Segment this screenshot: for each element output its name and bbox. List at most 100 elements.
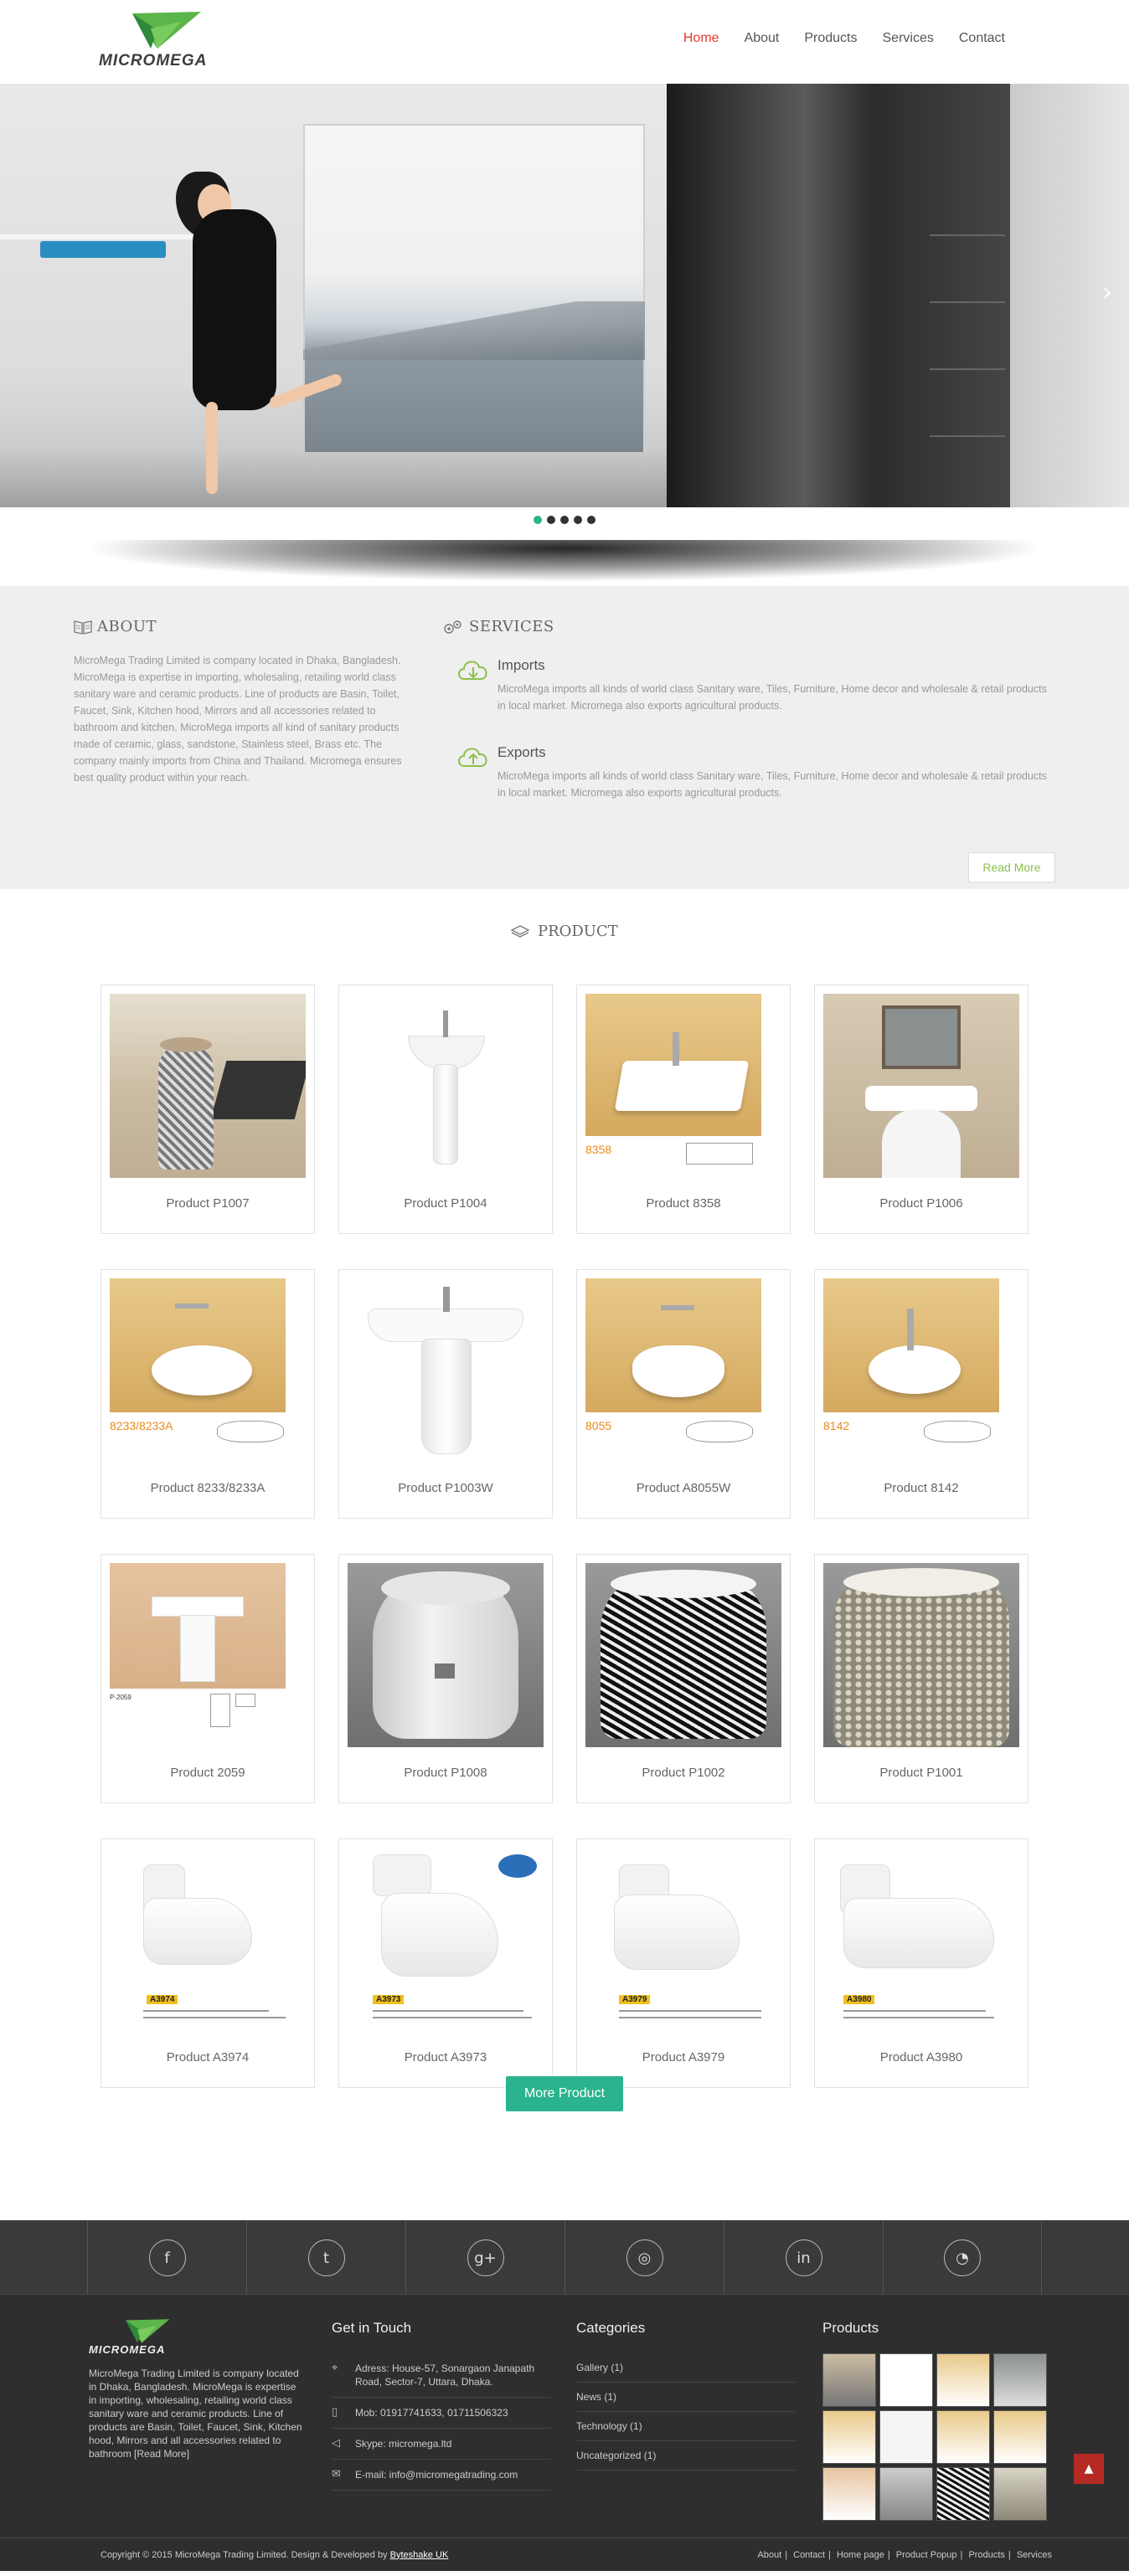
social-cell: t [246,2221,405,2295]
product-thumb[interactable] [993,2353,1047,2407]
product-card[interactable]: Product P1003W [338,1269,553,1519]
category-link[interactable]: News (1) [576,2383,796,2412]
site-logo[interactable]: MICROMEGA [99,10,224,74]
product-thumb[interactable] [936,2410,990,2464]
slider-dot[interactable] [547,516,555,524]
product-name: Product P1004 [404,1196,487,1211]
copyright-text: Copyright © 2015 MicroMega Trading Limit… [101,2549,388,2560]
products-title: PRODUCT [537,923,618,940]
footer-link[interactable]: Home page [837,2550,884,2560]
read-more-button[interactable]: Read More [968,852,1055,882]
footer-link[interactable]: Product Popup [896,2550,957,2560]
product-card[interactable]: P-2059 Product 2059 [101,1554,315,1803]
product-thumb[interactable] [822,2353,876,2407]
megaphone-icon: ◁ [332,2437,340,2450]
services-title: SERVICES [469,618,554,635]
product-code: 8358 [585,1143,612,1156]
product-thumb[interactable] [879,2353,933,2407]
products-heading: PRODUCT [0,923,1129,940]
footer-link[interactable]: Products [968,2550,1004,2560]
product-thumb[interactable] [879,2410,933,2464]
product-image [823,994,1019,1178]
footer-logo[interactable]: MICROMEGA [89,2318,198,2357]
arrow-up-icon[interactable]: ▲ [1074,2454,1104,2484]
hero-slide-image: › [0,84,1129,507]
product-image [348,994,544,1178]
developer-link[interactable]: Byteshake UK [390,2550,449,2560]
service-title: Exports [497,744,546,760]
facebook-icon[interactable]: f [148,2239,186,2276]
slider-dot[interactable] [574,516,582,524]
product-image [585,1563,781,1747]
nav-contact[interactable]: Contact [959,31,1005,46]
product-name: Product P1008 [404,1766,487,1780]
product-card[interactable]: 8055 Product A8055W [576,1269,791,1519]
about-services-section: ABOUT MicroMega Trading Limited is compa… [0,586,1129,889]
product-card[interactable]: 8358 Product 8358 [576,985,791,1234]
footer-link[interactable]: About [757,2550,781,2560]
nav-products[interactable]: Products [804,31,857,46]
product-thumb[interactable] [936,2467,990,2521]
product-card[interactable]: A3979 Product A3979 [576,1838,791,2088]
category-link[interactable]: Gallery (1) [576,2353,796,2383]
footer-contact: Get in Touch ⌖ Adress: House-57, Sonargao… [332,2320,551,2491]
product-card[interactable]: A3973 Product A3973 [338,1838,553,2088]
nav-services[interactable]: Services [883,31,934,46]
more-product-button[interactable]: More Product [506,2076,623,2111]
product-card[interactable]: Product P1002 [576,1554,791,1803]
product-card[interactable]: Product P1008 [338,1554,553,1803]
product-image: P-2059 [110,1563,306,1747]
product-image: 8055 [585,1278,781,1463]
slider-shadow [84,540,1045,582]
category-link[interactable]: Uncategorized (1) [576,2441,796,2471]
rss-icon[interactable]: ◔ [944,2239,981,2276]
cloud-upload-icon [458,748,487,767]
contact-address: ⌖ Adress: House-57, Sonargaon Janapath Ro… [332,2353,551,2398]
services-block: SERVICES Imports MicroMega imports all k… [442,618,1047,801]
contact-mobile-text: Mob: 01917741633, 01711506323 [355,2407,508,2419]
google-plus-icon[interactable]: g+ [467,2239,504,2276]
slider-dot[interactable] [534,516,542,524]
product-thumb[interactable] [822,2410,876,2464]
product-card[interactable]: 8142 Product 8142 [814,1269,1028,1519]
twitter-icon[interactable]: t [307,2239,345,2276]
product-card[interactable]: 8233/8233A Product 8233/8233A [101,1269,315,1519]
product-thumb[interactable] [822,2467,876,2521]
paper-plane-logo-icon [132,12,201,49]
linkedin-icon[interactable]: in [785,2239,822,2276]
main-nav: Home About Products Services Contact [658,31,1005,46]
phone-icon: ▯ [332,2406,338,2419]
slider-dot[interactable] [560,516,569,524]
product-name: Product P1002 [642,1766,725,1780]
product-card[interactable]: Product P1006 [814,985,1028,1234]
product-name: Product P1007 [166,1196,250,1211]
product-thumb[interactable] [993,2467,1047,2521]
contact-email-text[interactable]: E-mail: info@micromegatrading.com [355,2468,518,2481]
product-card[interactable]: Product P1007 [101,985,315,1234]
hero-slider-wrap: › [0,84,1129,586]
product-card[interactable]: Product P1004 [338,985,553,1234]
about-title: ABOUT [97,618,157,635]
service-exports: Exports MicroMega imports all kinds of w… [442,744,1047,801]
slider-dot[interactable] [587,516,595,524]
category-link[interactable]: Technology (1) [576,2412,796,2441]
product-name: Product P1001 [879,1766,963,1780]
product-name: Product A8055W [636,1481,731,1495]
product-image [348,1278,544,1463]
product-thumb[interactable] [879,2467,933,2521]
product-thumb[interactable] [936,2353,990,2407]
product-card[interactable]: A3974 Product A3974 [101,1838,315,2088]
nav-about[interactable]: About [745,31,780,46]
product-card[interactable]: Product P1001 [814,1554,1028,1803]
chevron-right-icon[interactable]: › [1102,278,1112,307]
contact-skype: ◁ Skype: micromega.ltd [332,2429,551,2460]
product-name: Product A3973 [404,2050,487,2064]
footer-link[interactable]: Contact [793,2550,825,2560]
product-thumb[interactable] [993,2410,1047,2464]
footer-link[interactable]: Services [1017,2550,1052,2560]
product-name: Product 8358 [646,1196,721,1211]
dribbble-icon[interactable]: ◎ [626,2239,663,2276]
nav-home[interactable]: Home [683,31,719,46]
product-image [823,1563,1019,1747]
product-card[interactable]: A3980 Product A3980 [814,1838,1028,2088]
